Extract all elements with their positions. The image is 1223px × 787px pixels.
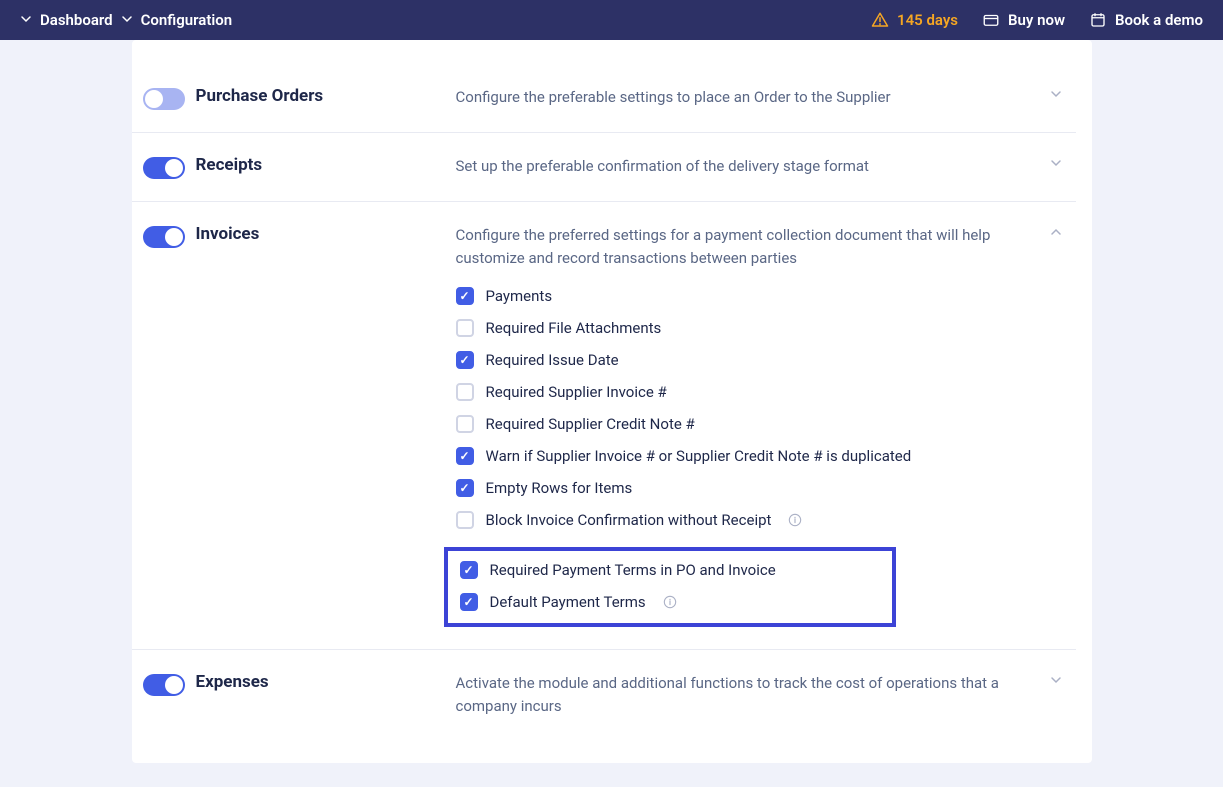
checkbox[interactable]: [460, 561, 478, 579]
toggle-receipts[interactable]: [143, 157, 185, 179]
trial-days-label: 145 days: [897, 11, 958, 29]
option-label: Empty Rows for Items: [486, 479, 633, 497]
section-title: Expenses: [196, 672, 456, 717]
checkbox[interactable]: [456, 351, 474, 369]
option-warn-duplicated[interactable]: Warn if Supplier Invoice # or Supplier C…: [456, 447, 1076, 465]
option-label: Payments: [486, 287, 553, 305]
option-req-supplier-credit[interactable]: Required Supplier Credit Note #: [456, 415, 1076, 433]
expand-icon[interactable]: [1036, 155, 1076, 179]
section-invoices: Invoices Configure the preferred setting…: [132, 202, 1076, 650]
section-desc: Configure the preferred settings for a p…: [456, 224, 1036, 269]
trial-days-badge[interactable]: 145 days: [871, 11, 958, 29]
checkbox[interactable]: [456, 511, 474, 529]
invoice-options: Payments Required File Attachments Requi…: [456, 287, 1076, 627]
section-title: Receipts: [196, 155, 456, 179]
option-req-supplier-invoice[interactable]: Required Supplier Invoice #: [456, 383, 1076, 401]
calendar-icon: [1089, 11, 1107, 29]
info-icon[interactable]: [787, 512, 803, 528]
option-block-confirmation[interactable]: Block Invoice Confirmation without Recei…: [456, 511, 1076, 529]
option-label: Required Payment Terms in PO and Invoice: [490, 561, 776, 579]
option-label: Default Payment Terms: [490, 593, 646, 611]
toggle-expenses[interactable]: [143, 674, 185, 696]
warning-icon: [871, 11, 889, 29]
section-title: Purchase Orders: [196, 86, 456, 110]
section-desc: Set up the preferable confirmation of th…: [456, 155, 1036, 179]
option-default-payment-terms[interactable]: Default Payment Terms: [456, 593, 884, 611]
buy-now-link[interactable]: Buy now: [982, 11, 1065, 29]
content: Purchase Orders Configure the preferable…: [0, 40, 1223, 787]
nav-dashboard[interactable]: Dashboard: [40, 11, 113, 29]
topbar-right: 145 days Buy now Book a demo: [871, 11, 1203, 29]
topbar: Dashboard Configuration 145 days Buy now…: [0, 0, 1223, 40]
option-label: Required Issue Date: [486, 351, 619, 369]
buy-now-label: Buy now: [1008, 11, 1065, 29]
checkbox[interactable]: [460, 593, 478, 611]
toggle-invoices[interactable]: [143, 226, 185, 248]
section-title: Invoices: [196, 224, 456, 269]
collapse-icon[interactable]: [1036, 224, 1076, 269]
chevron-down-icon[interactable]: [121, 13, 133, 28]
section-purchase-orders: Purchase Orders Configure the preferable…: [132, 64, 1076, 133]
checkbox[interactable]: [456, 383, 474, 401]
checkbox[interactable]: [456, 287, 474, 305]
checkbox[interactable]: [456, 479, 474, 497]
book-demo-label: Book a demo: [1115, 11, 1203, 29]
option-label: Required File Attachments: [486, 319, 662, 337]
option-label: Required Supplier Credit Note #: [486, 415, 695, 433]
chevron-down-icon[interactable]: [20, 13, 32, 28]
section-expenses: Expenses Activate the module and additio…: [132, 650, 1076, 739]
expand-icon[interactable]: [1036, 86, 1076, 110]
book-demo-link[interactable]: Book a demo: [1089, 11, 1203, 29]
card-icon: [982, 11, 1000, 29]
option-label: Required Supplier Invoice #: [486, 383, 667, 401]
highlighted-options: Required Payment Terms in PO and Invoice…: [444, 547, 896, 627]
option-req-payment-terms[interactable]: Required Payment Terms in PO and Invoice: [456, 561, 884, 579]
section-receipts: Receipts Set up the preferable confirmat…: [132, 133, 1076, 202]
nav-configuration[interactable]: Configuration: [141, 11, 233, 29]
info-icon[interactable]: [662, 594, 678, 610]
toggle-purchase-orders[interactable]: [143, 88, 185, 110]
option-label: Warn if Supplier Invoice # or Supplier C…: [486, 447, 912, 465]
checkbox[interactable]: [456, 447, 474, 465]
option-payments[interactable]: Payments: [456, 287, 1076, 305]
expand-icon[interactable]: [1036, 672, 1076, 717]
section-desc: Activate the module and additional funct…: [456, 672, 1036, 717]
checkbox[interactable]: [456, 319, 474, 337]
option-empty-rows[interactable]: Empty Rows for Items: [456, 479, 1076, 497]
section-desc: Configure the preferable settings to pla…: [456, 86, 1036, 110]
option-label: Block Invoice Confirmation without Recei…: [486, 511, 772, 529]
option-req-issue-date[interactable]: Required Issue Date: [456, 351, 1076, 369]
option-req-file-attachments[interactable]: Required File Attachments: [456, 319, 1076, 337]
settings-panel: Purchase Orders Configure the preferable…: [132, 40, 1092, 763]
checkbox[interactable]: [456, 415, 474, 433]
breadcrumb: Dashboard Configuration: [20, 11, 232, 29]
